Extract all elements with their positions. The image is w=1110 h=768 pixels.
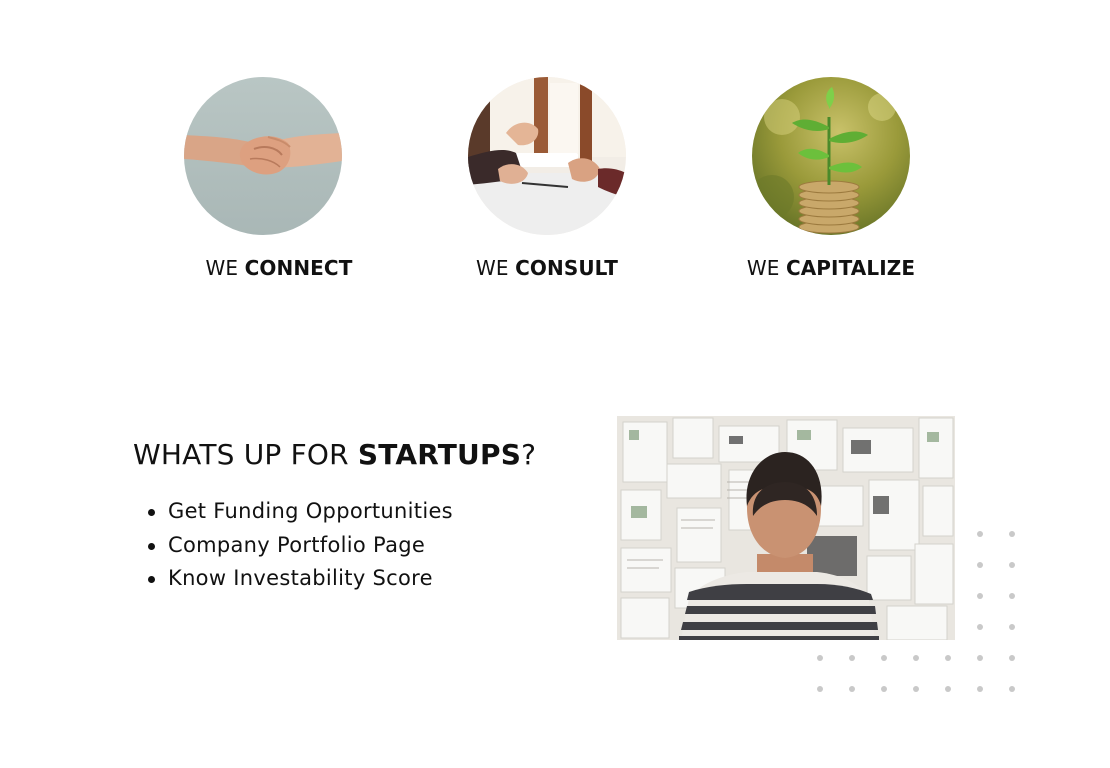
grid-dot — [913, 655, 919, 661]
pillar-label-prefix: WE — [476, 256, 516, 280]
list-item-label: Know Investability Score — [168, 566, 433, 590]
pillar-label-prefix: WE — [746, 256, 786, 280]
bullet-icon — [148, 576, 155, 583]
handshake-image — [184, 77, 342, 235]
grid-dot — [881, 655, 887, 661]
bullet-icon — [148, 542, 155, 550]
grid-dot — [1009, 686, 1015, 692]
grid-dot — [977, 686, 983, 692]
page: WE CONNECT WE CONSULT WE CAPITALIZE WHAT… — [0, 0, 1110, 768]
man-looking-at-board-image — [617, 416, 955, 640]
grid-dot — [945, 655, 951, 661]
heading-suffix: ? — [521, 438, 537, 471]
grid-dot — [945, 686, 951, 692]
heading-prefix: WHATS UP FOR — [133, 438, 358, 471]
grid-dot — [977, 655, 983, 661]
grid-dot — [817, 655, 823, 661]
grid-dot — [1009, 624, 1015, 630]
pillar-label-connect: WE CONNECT — [206, 254, 353, 282]
startups-heading: WHATS UP FOR STARTUPS? — [133, 436, 536, 474]
meeting-image — [468, 77, 626, 235]
pillar-label-bold: CAPITALIZE — [785, 256, 916, 280]
heading-bold: STARTUPS — [357, 438, 522, 471]
grid-dot — [1009, 562, 1015, 568]
list-item-label: Get Funding Opportunities — [168, 499, 453, 523]
list-item: Get Funding Opportunities — [146, 495, 453, 529]
grid-dot — [977, 531, 983, 537]
pillar-label-capitalize: WE CAPITALIZE — [747, 254, 915, 282]
grid-dot — [1009, 593, 1015, 599]
pillar-label-consult: WE CONSULT — [476, 254, 618, 282]
bullet-icon — [148, 509, 155, 516]
pillar-label-prefix: WE — [205, 256, 245, 280]
grid-dot — [913, 686, 919, 692]
grid-dot — [849, 686, 855, 692]
grid-dot — [817, 686, 823, 692]
grid-dot — [881, 686, 887, 692]
grid-dot — [977, 624, 983, 630]
grid-dot — [1009, 655, 1015, 661]
grid-dot — [849, 655, 855, 661]
grid-dot — [1009, 531, 1015, 537]
pillar-label-bold: CONNECT — [244, 256, 353, 280]
list-item: Know Investability Score — [146, 562, 453, 596]
pillar-label-bold: CONSULT — [515, 256, 618, 280]
grid-dot — [977, 562, 983, 568]
grid-dot — [977, 593, 983, 599]
plant-on-coins-image — [752, 77, 910, 235]
startup-benefits-list: Get Funding Opportunities Company Portfo… — [146, 495, 453, 596]
list-item: Company Portfolio Page — [146, 529, 453, 563]
list-item-label: Company Portfolio Page — [168, 532, 426, 557]
